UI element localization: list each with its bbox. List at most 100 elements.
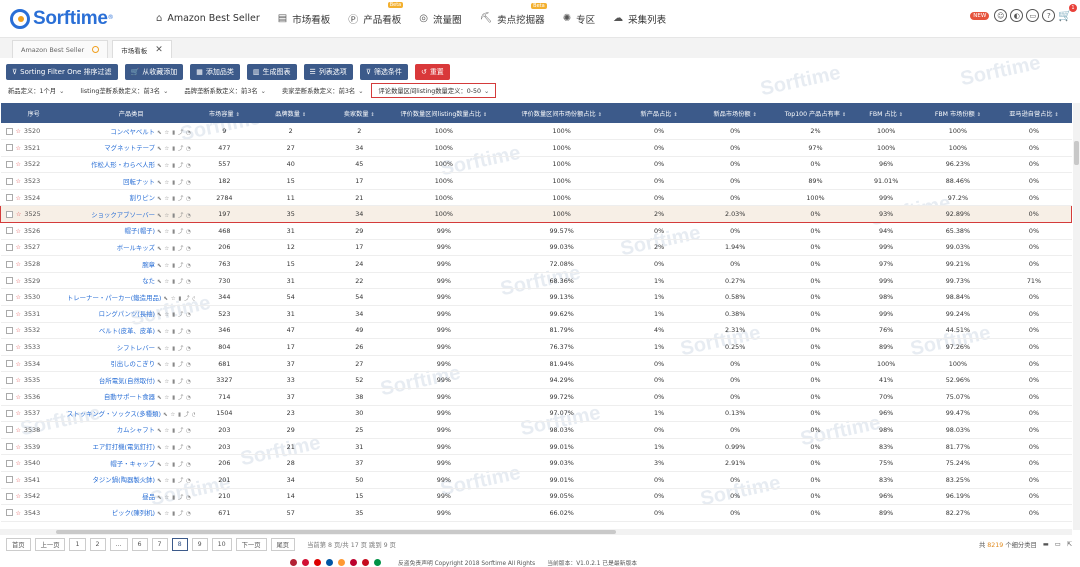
- page-number-button[interactable]: 10: [211, 538, 232, 551]
- category-link[interactable]: ピック(陳列机): [112, 509, 155, 517]
- table-row[interactable]: ☆ 3520 コンペヤベルト ⬉ ☆ ▮ ⤴ ◔ 9 2 2 100% 100% 0% 0% 2% 10…: [0, 123, 1072, 141]
- toolbar-button[interactable]: 🛒 从收藏添加: [124, 64, 184, 80]
- scroll-thumb[interactable]: [1074, 141, 1079, 165]
- table-row[interactable]: ☆ 3543 ピック(陳列机) ⬉ ☆ ▮ ⤴ ◔ 671 57 35 99% 66.02% 0%…: [0, 504, 1072, 522]
- column-header[interactable]: Top100 产品占有率 ⇕: [777, 103, 853, 123]
- country-flag-icon[interactable]: [290, 559, 297, 566]
- row-action-icons[interactable]: ⬉ ☆ ▮ ⤴ ◔: [157, 146, 191, 152]
- page-number-button[interactable]: 6: [131, 538, 148, 551]
- row-action-icons[interactable]: ⬉ ☆ ▮ ⤴ ◔: [157, 130, 191, 136]
- row-checkbox[interactable]: [5, 127, 13, 135]
- sort-icon[interactable]: ⇕: [673, 112, 677, 118]
- favorite-icon[interactable]: ☆: [16, 244, 21, 251]
- category-link[interactable]: ショックアブソーバー: [91, 211, 155, 219]
- nav-item[interactable]: Ⓟ 产品看板 Beta: [348, 2, 404, 26]
- row-action-icons[interactable]: ⬉ ☆ ▮ ⤴ ◔: [157, 246, 191, 252]
- page-number-button[interactable]: 9: [191, 538, 208, 551]
- table-row[interactable]: ☆ 3528 腕章 ⬉ ☆ ▮ ⤴ ◔ 763 15 24 99% 72.08% 0% 0% 0% 97…: [0, 255, 1072, 273]
- favorite-icon[interactable]: ☆: [16, 444, 21, 451]
- category-link[interactable]: トレーナー・パーカー(鍛造用品): [67, 294, 161, 302]
- tab-amazon-best-seller[interactable]: Amazon Best Seller: [12, 40, 109, 58]
- row-action-icons[interactable]: ⬉ ☆ ▮ ⤴ ◔: [157, 213, 191, 219]
- toolbar-button[interactable]: ↺ 重置: [414, 64, 450, 80]
- row-checkbox[interactable]: [5, 310, 13, 318]
- table-row[interactable]: ☆ 3532 ベルト(皮革、皮革) ⬉ ☆ ▮ ⤴ ◔ 346 47 49 99% 81.79%…: [0, 322, 1072, 340]
- category-link[interactable]: タジン鍋(陶器製火鉢): [93, 476, 156, 484]
- sort-icon[interactable]: ⇕: [842, 112, 846, 118]
- page-number-button[interactable]: 8: [171, 538, 188, 551]
- category-link[interactable]: ストッキング・ソックス(多種類): [67, 410, 161, 418]
- column-header[interactable]: 序号: [0, 103, 67, 123]
- category-link[interactable]: ロングパンツ(長袖): [99, 310, 155, 318]
- favorite-icon[interactable]: ☆: [16, 493, 21, 500]
- row-checkbox[interactable]: [5, 459, 13, 467]
- sort-icon[interactable]: ⇕: [899, 112, 903, 118]
- row-checkbox[interactable]: [5, 492, 13, 500]
- category-link[interactable]: カムシャフト: [117, 426, 155, 434]
- column-header[interactable]: 市场容量 ⇕: [195, 103, 254, 123]
- column-header[interactable]: 品牌数量 ⇕: [253, 103, 329, 123]
- country-flag-icon[interactable]: [374, 559, 381, 566]
- language-icon[interactable]: ◐: [1010, 9, 1024, 22]
- category-link[interactable]: マグネットテープ: [104, 144, 155, 152]
- horizontal-scrollbar[interactable]: [0, 529, 1072, 535]
- view-grid-icon[interactable]: ▭: [1055, 541, 1061, 548]
- toolbar-button[interactable]: ⊽ 筛选条件: [359, 64, 408, 80]
- table-row[interactable]: ☆ 3530 トレーナー・パーカー(鍛造用品) ⬉ ☆ ▮ ⤴ ◔ 344 54 54 99%…: [0, 288, 1072, 307]
- last-page-button[interactable]: 尾页: [270, 538, 296, 551]
- table-row[interactable]: ☆ 3521 マグネットテープ ⬉ ☆ ▮ ⤴ ◔ 477 27 34 100% 100% 0% 0…: [0, 139, 1072, 157]
- table-row[interactable]: ☆ 3535 台所電気(自然取付) ⬉ ☆ ▮ ⤴ ◔ 3327 33 52 99% 94.29…: [0, 371, 1072, 389]
- page-number-button[interactable]: 1: [69, 538, 86, 551]
- sort-icon[interactable]: ⇕: [302, 112, 306, 118]
- sort-icon[interactable]: ⇕: [483, 112, 487, 118]
- table-row[interactable]: ☆ 3533 シフトレバー ⬉ ☆ ▮ ⤴ ◔ 804 17 26 99% 76.37% 1% 0.…: [0, 338, 1072, 356]
- row-action-icons[interactable]: ⬉ ☆ ▮ ⤴ ◔: [157, 495, 191, 501]
- favorite-icon[interactable]: ☆: [16, 327, 21, 334]
- row-checkbox[interactable]: [5, 360, 13, 368]
- row-checkbox[interactable]: [5, 509, 13, 517]
- screen-icon[interactable]: ▭: [1026, 9, 1040, 22]
- row-checkbox[interactable]: [5, 443, 13, 451]
- row-checkbox[interactable]: [5, 243, 13, 251]
- filter-select[interactable]: 新品定义：1个月 ⌄: [8, 86, 64, 95]
- row-action-icons[interactable]: ⬉ ☆ ▮ ⤴ ◔: [157, 379, 191, 385]
- table-row[interactable]: ☆ 3523 回転ナット ⬉ ☆ ▮ ⤴ ◔ 182 15 17 100% 100% 0% 0% 89…: [0, 172, 1072, 190]
- nav-item[interactable]: ☁ 采集列表: [613, 12, 666, 26]
- row-action-icons[interactable]: ⬉ ☆ ▮ ⤴ ◔: [157, 279, 191, 285]
- cart-icon[interactable]: 🛒 1: [1058, 4, 1077, 22]
- country-flag-icon[interactable]: [350, 559, 357, 566]
- favorite-icon[interactable]: ☆: [16, 410, 21, 417]
- filter-select[interactable]: 卖家垄断系数定义：前3名 ⌄: [282, 86, 364, 95]
- prev-page-button[interactable]: 上一页: [34, 538, 66, 551]
- refresh-icon[interactable]: [92, 46, 100, 53]
- sorftime-logo[interactable]: Sorftime ®: [10, 8, 140, 30]
- table-row[interactable]: ☆ 3539 エア釘打機(電気釘打) ⬉ ☆ ▮ ⤴ ◔ 203 21 31 99% 99.01…: [0, 438, 1072, 456]
- table-row[interactable]: ☆ 3524 割りピン ⬉ ☆ ▮ ⤴ ◔ 2784 11 21 100% 100% 0% 0% 10…: [0, 189, 1072, 207]
- favorite-icon[interactable]: ☆: [16, 477, 21, 484]
- row-action-icons[interactable]: ⬉ ☆ ▮ ⤴ ◔: [163, 296, 195, 302]
- row-action-icons[interactable]: ⬉ ☆ ▮ ⤴ ◔: [157, 462, 191, 468]
- category-link[interactable]: 帽子(帽子): [124, 227, 155, 235]
- favorite-icon[interactable]: ☆: [16, 294, 21, 301]
- export-icon[interactable]: ⇱: [1067, 541, 1072, 548]
- table-row[interactable]: ☆ 3527 ボールキッズ ⬉ ☆ ▮ ⤴ ◔ 206 12 17 99% 99.03% 2% 1.…: [0, 239, 1072, 257]
- country-flag-icon[interactable]: [314, 559, 321, 566]
- row-checkbox[interactable]: [5, 376, 13, 384]
- column-header[interactable]: 评价数量区间市场份额占比 ⇕: [497, 103, 626, 123]
- row-checkbox[interactable]: [5, 194, 13, 202]
- column-header[interactable]: 新产品占比 ⇕: [625, 103, 693, 123]
- filter-select[interactable]: 品牌垄断系数定义：前3名 ⌄: [184, 86, 266, 95]
- row-action-icons[interactable]: ⬉ ☆ ▮ ⤴ ◔: [157, 196, 191, 202]
- sort-icon[interactable]: ⇕: [977, 112, 981, 118]
- category-link[interactable]: 腕章: [142, 261, 155, 269]
- row-action-icons[interactable]: ⬉ ☆ ▮ ⤴ ◔: [157, 478, 191, 484]
- table-row[interactable]: ☆ 3542 昼品 ⬉ ☆ ▮ ⤴ ◔ 210 14 15 99% 99.05% 0% 0% 0% 96…: [0, 488, 1072, 506]
- table-row[interactable]: ☆ 3540 帽子・キャップ ⬉ ☆ ▮ ⤴ ◔ 206 28 37 99% 99.03% 3% 2…: [0, 454, 1072, 472]
- scroll-thumb[interactable]: [56, 530, 616, 534]
- country-flag-icon[interactable]: [302, 559, 309, 566]
- sort-icon[interactable]: ⇕: [1055, 112, 1059, 118]
- row-action-icons[interactable]: ⬉ ☆ ▮ ⤴ ◔: [157, 329, 191, 335]
- row-checkbox[interactable]: [5, 144, 13, 152]
- favorite-icon[interactable]: ☆: [16, 178, 21, 185]
- new-badge[interactable]: NEW: [970, 11, 990, 20]
